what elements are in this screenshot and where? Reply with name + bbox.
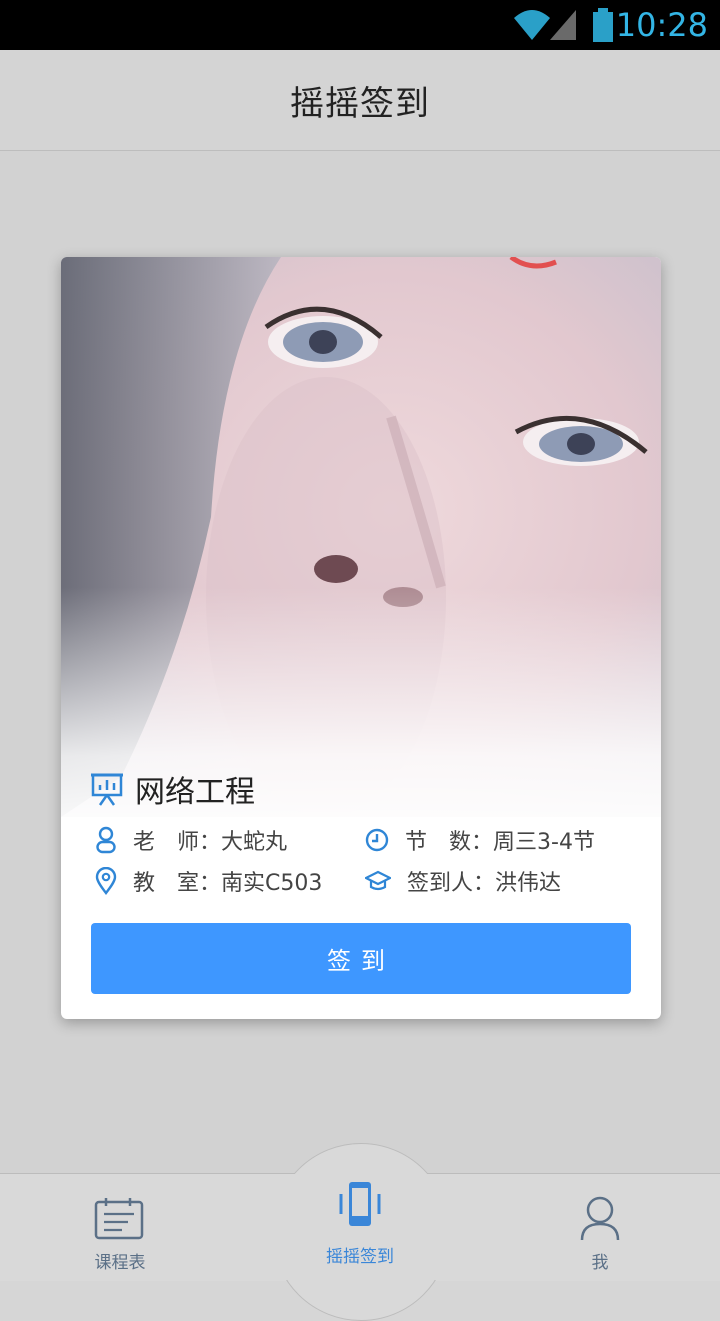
- page-title: 摇摇签到: [290, 84, 430, 124]
- periods-value: 周三3-4节: [493, 830, 595, 855]
- signer-info: 签到人： 洪伟达: [365, 866, 561, 896]
- phone-shake-icon: [339, 1182, 381, 1226]
- teacher-label: 老 师：: [133, 830, 222, 855]
- teacher-info: 老 师： 大蛇丸: [95, 825, 287, 855]
- room-value: 南实C503: [221, 871, 323, 896]
- presentation-chart-icon: [91, 773, 123, 806]
- clock-icon: [365, 828, 389, 852]
- periods-info: 节 数： 周三3-4节: [365, 825, 595, 855]
- person-icon: [96, 826, 116, 854]
- battery-icon: [593, 8, 613, 42]
- nav-item-me[interactable]: 我: [530, 1196, 670, 1273]
- status-bar: 10:28: [0, 0, 720, 50]
- room-label: 教 室：: [133, 871, 222, 896]
- location-pin-icon: [95, 867, 117, 895]
- user-icon: [580, 1196, 620, 1241]
- signer-value: 洪伟达: [495, 871, 562, 896]
- signal-icon: [550, 10, 576, 40]
- nav-label-me: 我: [591, 1253, 609, 1273]
- nav-label-shake-signin: 摇摇签到: [326, 1247, 394, 1267]
- nav-item-schedule[interactable]: 课程表: [50, 1196, 190, 1273]
- nav-item-shake-signin[interactable]: 摇摇签到: [290, 1180, 430, 1267]
- periods-label: 节 数：: [405, 830, 494, 855]
- wifi-icon: [514, 10, 550, 40]
- signer-label: 签到人：: [407, 871, 496, 896]
- course-name: 网络工程: [135, 775, 255, 810]
- signin-button[interactable]: 签到: [91, 923, 631, 994]
- teacher-value: 大蛇丸: [221, 830, 288, 855]
- room-info: 教 室： 南实C503: [95, 866, 322, 896]
- title-bar: 摇摇签到: [0, 50, 720, 151]
- calendar-icon: [94, 1198, 144, 1240]
- status-time: 10:28: [615, 6, 708, 44]
- nav-label-schedule: 课程表: [94, 1253, 146, 1273]
- course-card: 网络工程 老 师： 大蛇丸 节 数： 周三3-4节 教 室： 南实C503 签到…: [61, 257, 661, 1019]
- course-title-row: 网络工程: [91, 769, 255, 810]
- graduation-cap-icon: [365, 870, 391, 891]
